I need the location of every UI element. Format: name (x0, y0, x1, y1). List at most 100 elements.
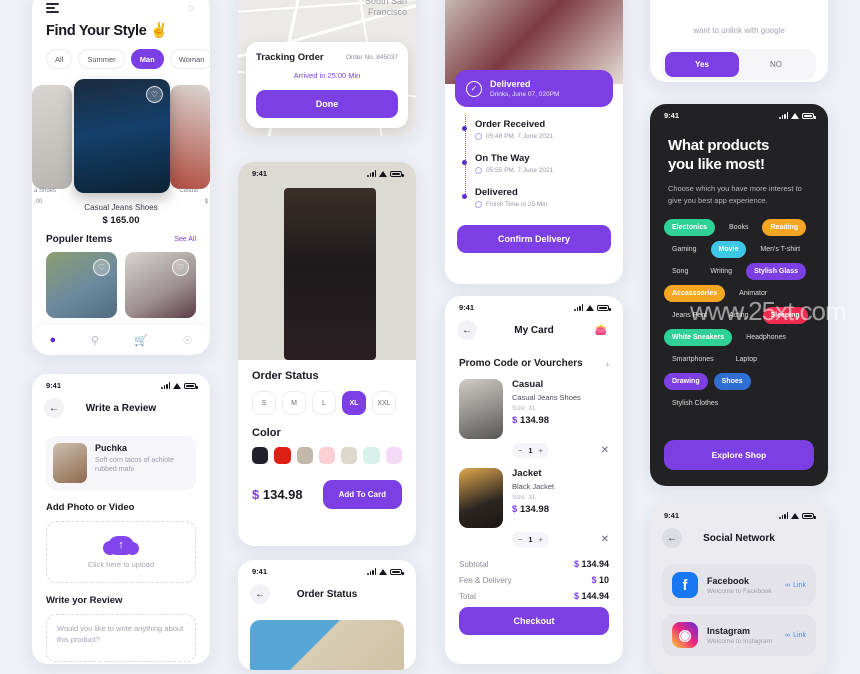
tag-writing[interactable]: Writing (702, 263, 740, 280)
favorite-heart-icon[interactable]: ♡ (172, 259, 189, 276)
see-all-link[interactable]: See All (174, 236, 196, 243)
order-status-map-image[interactable] (250, 620, 404, 670)
review-textarea[interactable]: Would you like to write anything about t… (46, 614, 196, 662)
signal-icon (779, 112, 788, 119)
color-swatch[interactable] (341, 447, 358, 464)
done-button[interactable]: Done (256, 90, 398, 118)
favorite-heart-icon[interactable]: ♡ (146, 86, 163, 103)
size-option-xxl[interactable]: XXL (372, 391, 396, 415)
link-chain-icon: ∞ (785, 631, 791, 639)
subtotal-symbol: $ (573, 559, 579, 569)
bag-icon[interactable]: 👛 (591, 320, 611, 340)
quantity-increase-button[interactable]: + (539, 535, 543, 544)
tab-profile-icon[interactable]: ☉ (183, 334, 193, 347)
color-swatch[interactable] (318, 447, 336, 464)
screen-delivery-timeline: ✓ Delivered Drinks, June 07, 020PM Order… (445, 0, 623, 284)
favorite-heart-icon[interactable]: ♡ (93, 259, 110, 276)
link-action[interactable]: ∞ Link (785, 582, 806, 589)
link-action[interactable]: ∞ Link (785, 632, 806, 639)
filter-chip-man[interactable]: Man (130, 49, 164, 69)
timeline-dot (461, 160, 467, 165)
tag-stylish-glass[interactable]: Stylish Glass (746, 263, 806, 281)
social-account-row[interactable]: f Facebook Welcome to Facebook ∞ Link (662, 564, 816, 606)
size-option-s[interactable]: S (252, 391, 276, 415)
tag-mens-tshirt[interactable]: Men's T-shirt (752, 241, 808, 258)
filter-chip-woman[interactable]: Woman (169, 49, 210, 69)
tag-laptop[interactable]: Laptop (728, 351, 765, 368)
remove-item-icon[interactable]: ✕ (601, 534, 609, 545)
add-to-card-button[interactable]: Add To Card (322, 480, 402, 509)
explore-shop-button[interactable]: Explore Shop (664, 440, 814, 470)
tag-books[interactable]: Books (721, 219, 756, 236)
size-option-xl[interactable]: XL (342, 391, 366, 415)
tag-drawing[interactable]: Drawing (664, 373, 708, 391)
quantity-increase-button[interactable]: + (539, 446, 543, 455)
tab-home-icon[interactable]: ● (49, 334, 56, 346)
back-arrow-icon[interactable]: ← (250, 584, 270, 604)
carousel-featured-image[interactable]: ♡ (74, 79, 170, 193)
quantity-decrease-button[interactable]: − (518, 535, 522, 544)
upload-hint: Click here to upload (87, 559, 155, 569)
tag-movie[interactable]: Movie (710, 241, 747, 259)
unlink-message: want to unlink with google (693, 26, 785, 35)
tag-animator[interactable]: Animator (731, 285, 775, 302)
confirm-delivery-button[interactable]: Confirm Delivery (457, 225, 611, 253)
status-bar: 9:41 (650, 104, 828, 122)
tag-headphones[interactable]: Headphones (738, 329, 794, 346)
back-arrow-icon[interactable]: ← (662, 528, 682, 548)
color-swatch[interactable] (296, 447, 313, 464)
back-arrow-icon[interactable]: ← (457, 320, 477, 340)
tag-electonics[interactable]: Electonics (664, 219, 716, 237)
tab-cart-icon[interactable]: 🛒 (134, 334, 148, 347)
carousel-side-left[interactable] (32, 85, 72, 189)
tag-acting[interactable]: Acting (721, 307, 756, 324)
featured-product-price: $ 165.00 (102, 215, 140, 226)
yes-button[interactable]: Yes (665, 52, 739, 77)
back-arrow-icon[interactable]: ← (44, 398, 64, 418)
remove-item-icon[interactable]: ✕ (601, 445, 609, 456)
popular-item[interactable]: ♡ (46, 252, 117, 318)
tag-sleeping[interactable]: Sleeping (762, 307, 808, 325)
timeline-time-text: Finish Time in 25 Min. (486, 201, 550, 208)
product-carousel[interactable]: ♡ (32, 79, 210, 197)
tracking-title: Tracking Order (256, 52, 324, 63)
quantity-stepper[interactable]: − 1 + (512, 443, 549, 458)
color-swatch[interactable] (385, 447, 402, 464)
carousel-side-right[interactable] (170, 85, 210, 189)
filter-chip-all[interactable]: All (46, 49, 73, 69)
product-hero-image[interactable]: 9:41 (238, 162, 416, 360)
tag-jeans-pent[interactable]: Jeans Pent (664, 307, 715, 324)
no-button[interactable]: NO (739, 52, 813, 77)
upload-dropzone[interactable]: ↑ Click here to upload (46, 521, 196, 583)
instagram-icon: ◉ (672, 622, 698, 648)
tag-shoes[interactable]: Shoes (713, 373, 751, 391)
cart-item-price-value: 134.98 (519, 415, 549, 426)
tab-search-icon[interactable]: ⚲ (91, 334, 99, 347)
wifi-icon (173, 382, 181, 389)
cart-item-thumbnail[interactable] (459, 379, 503, 439)
tag-accasssories[interactable]: Accasssories (664, 285, 726, 303)
menu-icon[interactable] (46, 3, 59, 13)
color-swatch[interactable] (252, 447, 269, 464)
popular-item[interactable]: ♡ (125, 252, 196, 318)
fee-value: $ 10 (591, 575, 609, 585)
tag-gaming[interactable]: Gaming (664, 241, 705, 258)
quantity-decrease-button[interactable]: − (518, 446, 522, 455)
tag-white-sneakers[interactable]: White Sneakers (664, 329, 733, 347)
review-product-card[interactable]: Puchka Soft corn tacos of achiote rubbed… (46, 436, 196, 490)
filter-chip-summer[interactable]: Summer (78, 49, 125, 69)
size-option-m[interactable]: M (282, 391, 306, 415)
quantity-stepper[interactable]: − 1 + (512, 532, 549, 547)
bell-icon[interactable]: ☼ (186, 2, 196, 14)
cart-item-thumbnail[interactable] (459, 468, 503, 528)
tag-song[interactable]: Song (664, 263, 696, 280)
size-option-l[interactable]: L (312, 391, 336, 415)
color-swatch[interactable] (274, 447, 291, 464)
tag-stylish-clothes[interactable]: Stylish Clothes (664, 395, 726, 412)
review-product-name: Puchka (95, 443, 128, 453)
color-swatch[interactable] (363, 447, 380, 464)
checkout-button[interactable]: Checkout (459, 607, 609, 635)
tag-smartphones[interactable]: Smartphones (664, 351, 722, 368)
tag-reading[interactable]: Reading (762, 219, 807, 237)
promo-code-row[interactable]: Promo Code or Vourchers › (445, 348, 623, 369)
